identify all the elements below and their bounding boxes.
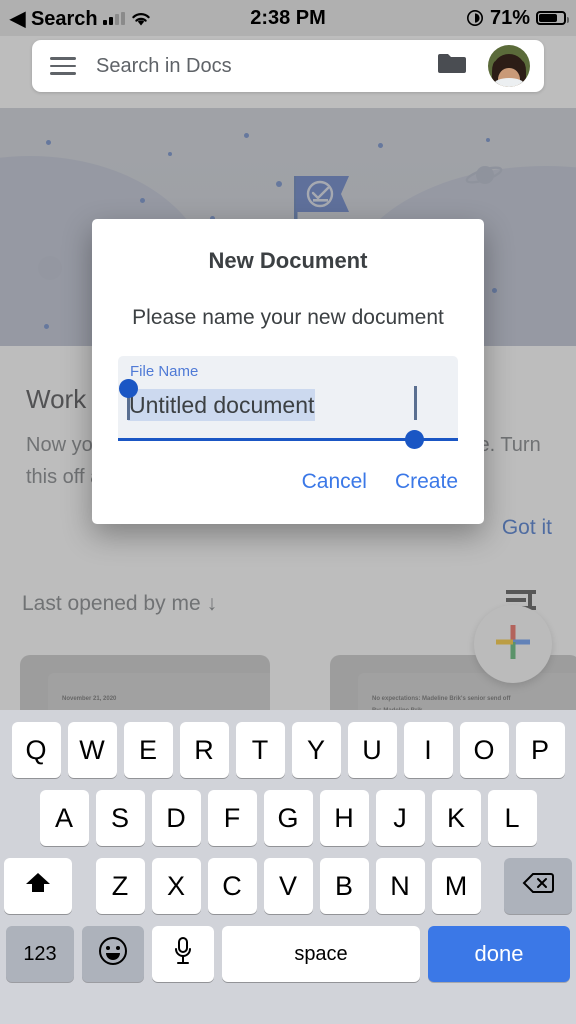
star-dot xyxy=(168,152,172,156)
sort-label: Last opened by me xyxy=(22,592,201,615)
key-k[interactable]: K xyxy=(431,790,481,846)
selection-handle-start[interactable] xyxy=(119,379,138,398)
key-h[interactable]: H xyxy=(319,790,369,846)
thumbnail-page: November 21, 2020 To Whom It May Concern xyxy=(48,673,270,710)
backspace-icon xyxy=(522,871,554,902)
key-o[interactable]: O xyxy=(459,722,509,778)
field-underline xyxy=(118,438,458,441)
key-x[interactable]: X xyxy=(151,858,201,914)
keyboard-row-4: 123 space done xyxy=(0,926,576,982)
space-key[interactable]: space xyxy=(222,926,420,982)
star-dot xyxy=(244,133,249,138)
star-dot xyxy=(486,138,490,142)
key-m[interactable]: M xyxy=(431,858,481,914)
got-it-button[interactable]: Got it xyxy=(502,516,552,540)
dictation-key[interactable] xyxy=(152,926,214,982)
create-button[interactable]: Create xyxy=(395,470,458,494)
dialog-actions: Cancel Create xyxy=(302,470,458,494)
battery-icon xyxy=(536,11,569,25)
done-key[interactable]: done xyxy=(428,926,570,982)
key-w[interactable]: W xyxy=(67,722,117,778)
star-dot xyxy=(378,143,383,148)
on-screen-keyboard: QWERTYUIOP ASDFGHJKL ZXCVBNM 123 space d… xyxy=(0,710,576,1024)
star-dot xyxy=(46,140,51,145)
key-z[interactable]: Z xyxy=(95,858,145,914)
key-q[interactable]: Q xyxy=(11,722,61,778)
key-p[interactable]: P xyxy=(515,722,565,778)
key-s[interactable]: S xyxy=(95,790,145,846)
keyboard-row-3: ZXCVBNM xyxy=(0,858,576,914)
key-v[interactable]: V xyxy=(263,858,313,914)
star-dot xyxy=(492,288,497,293)
shift-arrow-icon xyxy=(24,870,52,903)
key-i[interactable]: I xyxy=(403,722,453,778)
backspace-key[interactable] xyxy=(504,858,572,914)
key-j[interactable]: J xyxy=(375,790,425,846)
emoji-key[interactable] xyxy=(82,926,144,982)
create-new-fab[interactable] xyxy=(474,605,552,683)
key-b[interactable]: B xyxy=(319,858,369,914)
hamburger-menu-icon[interactable] xyxy=(46,49,80,83)
planet-icon xyxy=(464,162,503,188)
numbers-key[interactable]: 123 xyxy=(6,926,74,982)
emoji-smiley-icon xyxy=(98,936,128,973)
dialog-message: Please name your new document xyxy=(132,306,444,329)
shift-key[interactable] xyxy=(4,858,72,914)
star-dot xyxy=(276,181,282,187)
file-name-field[interactable]: File Name Untitled document xyxy=(118,356,458,449)
key-f[interactable]: F xyxy=(207,790,257,846)
plus-icon xyxy=(491,620,535,669)
dialog-title: New Document xyxy=(208,248,368,273)
keyboard-row-2: ASDFGHJKL xyxy=(0,790,576,846)
file-name-input-value[interactable]: Untitled document xyxy=(128,389,316,421)
clock: 2:38 PM xyxy=(250,6,326,29)
file-name-label: File Name xyxy=(130,363,199,380)
status-bar: ◀ Search 2:38 PM 71% xyxy=(0,0,576,36)
thumbnail-line-1: No expectations: Madeline Brik's senior … xyxy=(372,696,511,702)
key-a[interactable]: A xyxy=(39,790,89,846)
search-input[interactable]: Search in Docs xyxy=(96,55,436,78)
thumbnail-page: No expectations: Madeline Brik's senior … xyxy=(358,673,576,710)
sort-direction-arrow: ↓ xyxy=(206,592,218,615)
selection-caret-end xyxy=(414,386,417,420)
phone-screen: Work offline Now you can edit files with… xyxy=(0,0,576,1024)
keyboard-row-1: QWERTYUIOP xyxy=(0,722,576,778)
thumbnail-line-1: November 21, 2020 xyxy=(62,696,117,702)
key-l[interactable]: L xyxy=(487,790,537,846)
microphone-icon xyxy=(172,936,194,973)
key-r[interactable]: R xyxy=(179,722,229,778)
key-n[interactable]: N xyxy=(375,858,425,914)
sort-control[interactable]: Last opened by me ↓ xyxy=(22,592,217,616)
document-thumbnail[interactable]: November 21, 2020 To Whom It May Concern xyxy=(20,655,270,710)
key-u[interactable]: U xyxy=(347,722,397,778)
key-g[interactable]: G xyxy=(263,790,313,846)
star-dot xyxy=(140,198,145,203)
star-dot xyxy=(44,324,49,329)
large-dot xyxy=(38,256,62,280)
key-e[interactable]: E xyxy=(123,722,173,778)
folder-icon[interactable] xyxy=(436,51,468,82)
cancel-button[interactable]: Cancel xyxy=(302,470,367,494)
key-d[interactable]: D xyxy=(151,790,201,846)
search-bar[interactable]: Search in Docs xyxy=(32,40,544,92)
key-y[interactable]: Y xyxy=(291,722,341,778)
account-avatar[interactable] xyxy=(488,45,530,87)
key-c[interactable]: C xyxy=(207,858,257,914)
key-t[interactable]: T xyxy=(235,722,285,778)
new-document-dialog: New Document Please name your new docume… xyxy=(92,219,484,524)
